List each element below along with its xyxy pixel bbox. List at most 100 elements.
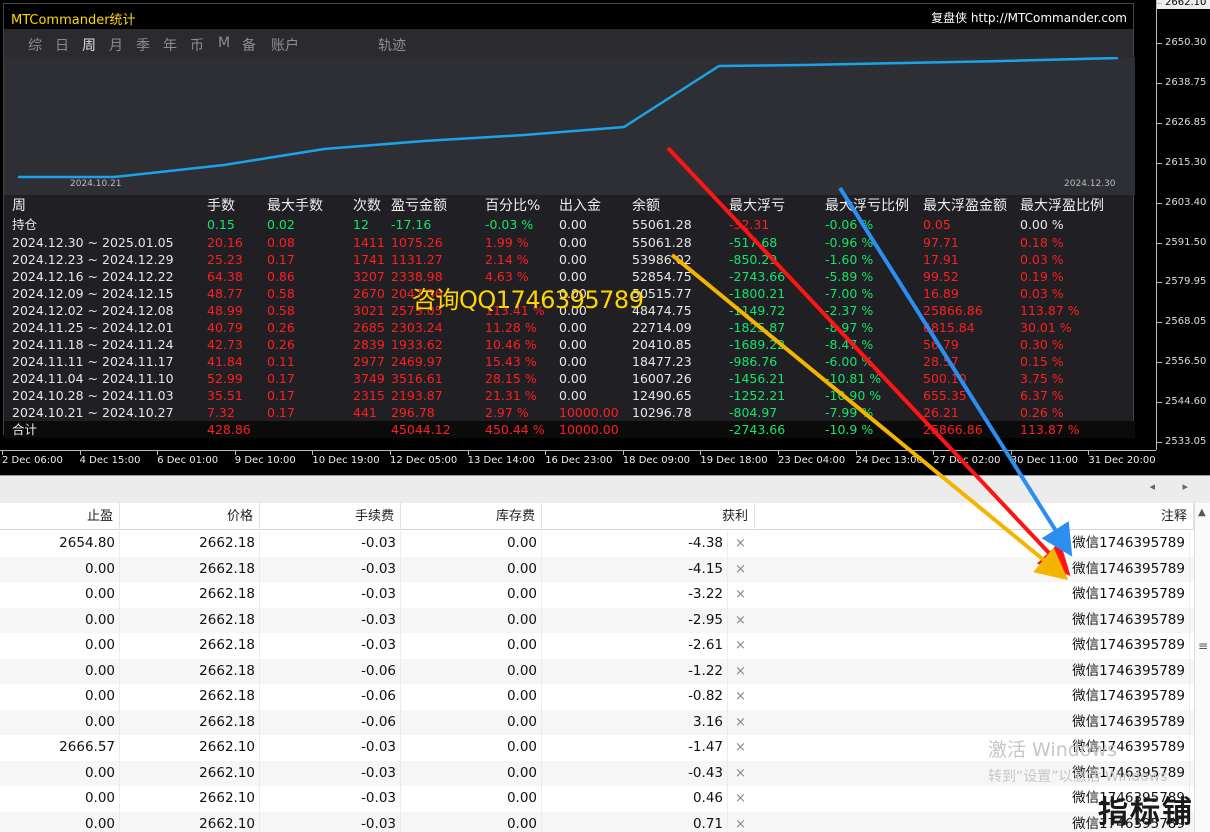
stats-cell: 15.43 %: [485, 354, 537, 369]
tab-10[interactable]: 轨迹: [378, 35, 406, 55]
stats-cell: 53986.02: [632, 252, 692, 267]
close-position-icon[interactable]: ×: [735, 786, 746, 812]
stats-cell: 2.14 %: [485, 252, 529, 267]
stats-cell: 余额: [632, 198, 660, 214]
col-header-0[interactable]: 止盈: [0, 503, 120, 530]
close-position-icon[interactable]: ×: [735, 531, 746, 557]
stats-cell: 40.79: [207, 320, 243, 335]
time-tick-label: 13 Dec 14:00: [467, 451, 535, 466]
tab-5[interactable]: 年: [163, 35, 177, 55]
stats-cell: 1741: [353, 252, 385, 267]
stats-cell: 25.23: [207, 252, 243, 267]
stats-cell: 0.11: [267, 354, 295, 369]
stats-cell: -32.31: [729, 217, 770, 232]
time-tick-label: 30 Dec 11:00: [1010, 451, 1079, 466]
tab-6[interactable]: 币: [190, 35, 204, 55]
tab-1[interactable]: 日: [55, 35, 69, 55]
stats-cell: 2024.12.30 ~ 2025.01.05: [12, 235, 174, 250]
stats-cell: -1800.21: [729, 286, 786, 301]
stats-header-row: 周 手数 最大手数 次数 盈亏金额 百分比% 出入金 余额 最大浮亏 最大浮亏比例 最大浮盈金额 最大…: [4, 198, 1135, 215]
table-cell: -2.61: [542, 633, 728, 659]
table-row[interactable]: 0.00 2662.18 -0.06 0.00 3.16 微信1746395789 ×: [0, 709, 1194, 736]
table-row[interactable]: 2654.80 2662.18 -0.03 0.00 -4.38 微信1746395789…: [0, 531, 1194, 557]
stats-cell: 3021: [353, 303, 385, 318]
table-row[interactable]: 0.00 2662.18 -0.06 0.00 -1.22 微信1746395789 ×: [0, 658, 1194, 685]
table-row[interactable]: 0.00 2662.18 -0.03 0.00 -4.15 微信1746395789 ×: [0, 556, 1194, 583]
close-position-icon[interactable]: ×: [735, 608, 746, 634]
price-chart[interactable]: 2662.10 2650.30 2638.75 2626.85 2615.30 2603.…: [0, 0, 1210, 475]
tab-3[interactable]: 月: [109, 35, 123, 55]
stats-cell: -10.81 %: [825, 371, 882, 386]
stats-cell: 持仓: [12, 217, 38, 232]
table-cell: -0.03: [260, 633, 401, 659]
table-cell: 0.00: [0, 684, 120, 710]
tab-8[interactable]: 备: [242, 35, 256, 55]
time-tick-label: 27 Dec 02:00: [933, 451, 1001, 466]
stats-cell: 1.99 %: [485, 235, 529, 250]
stats-cell: 52.99: [207, 371, 243, 386]
scroll-grip-icon[interactable]: ≡: [1198, 639, 1208, 653]
stats-cell: -2743.66: [729, 269, 786, 284]
table-cell: 0.00: [401, 735, 542, 761]
vertical-scrollbar[interactable]: ▲ ≡: [1194, 503, 1210, 832]
tab-2[interactable]: 周: [82, 35, 96, 55]
table-cell: 0.00: [401, 786, 542, 812]
stats-cell: 10296.78: [632, 405, 692, 420]
close-position-icon[interactable]: ×: [735, 812, 746, 832]
price-tick-label: 2638.75: [1157, 77, 1210, 89]
table-row[interactable]: 0.00 2662.10 -0.03 0.00 0.46 微信1746395789 ×: [0, 786, 1194, 812]
table-cell: 微信1746395789: [755, 658, 1190, 684]
stats-cell: -1456.21: [729, 371, 786, 386]
table-row[interactable]: 0.00 2662.18 -0.06 0.00 -0.82 微信1746395789 ×: [0, 684, 1194, 710]
table-cell: 微信1746395789: [755, 531, 1190, 557]
stats-cell: -986.76: [729, 354, 778, 369]
stats-cell: 0.00: [559, 235, 587, 250]
panel-brand[interactable]: 复盘侠 http://MTCommander.com: [931, 9, 1127, 26]
hscroll-arrows[interactable]: ◂ ▸: [1149, 480, 1200, 493]
price-tick-label: 2533.05: [1157, 436, 1210, 448]
close-position-icon[interactable]: ×: [735, 761, 746, 787]
table-cell: 0.00: [401, 531, 542, 557]
col-header-4[interactable]: 获利: [542, 503, 755, 530]
stats-cell: 0.00: [559, 320, 587, 335]
table-cell: 2662.18: [120, 582, 260, 608]
table-row[interactable]: 0.00 2662.18 -0.03 0.00 -2.95 微信1746395789 ×: [0, 607, 1194, 634]
table-row[interactable]: 0.00 2662.18 -0.03 0.00 -3.22 微信1746395789 ×: [0, 582, 1194, 608]
table-cell: 0.00: [0, 760, 120, 786]
stats-cell: -17.16: [391, 217, 432, 232]
col-header-3[interactable]: 库存费: [401, 503, 542, 530]
price-tick-label: 2544.60: [1157, 396, 1210, 408]
table-row[interactable]: 0.00 2662.18 -0.03 0.00 -2.61 微信1746395789 ×: [0, 633, 1194, 659]
stats-cell: 45044.12: [391, 422, 451, 437]
close-position-icon[interactable]: ×: [735, 633, 746, 659]
table-row[interactable]: 0.00 2662.10 -0.03 0.00 0.71 微信1746395789 ×: [0, 811, 1194, 832]
tab-9[interactable]: 账户: [271, 35, 299, 55]
mtcommander-stats-panel: MTCommander统计 复盘侠 http://MTCommander.com…: [3, 3, 1135, 438]
col-header-2[interactable]: 手续费: [260, 503, 401, 530]
tab-0[interactable]: 综: [28, 35, 42, 55]
table-cell: -0.03: [260, 811, 401, 832]
table-cell: 0.00: [0, 658, 120, 684]
close-position-icon[interactable]: ×: [735, 582, 746, 608]
table-cell: 2662.18: [120, 658, 260, 684]
close-position-icon[interactable]: ×: [735, 659, 746, 685]
tab-4[interactable]: 季: [136, 35, 150, 55]
stats-cell: 0.03 %: [1020, 252, 1064, 267]
close-position-icon[interactable]: ×: [735, 735, 746, 761]
stats-cell: 35.51: [207, 388, 243, 403]
table-cell: 微信1746395789: [755, 633, 1190, 659]
tab-7[interactable]: M: [218, 35, 230, 51]
stats-cell: -1825.87: [729, 320, 786, 335]
time-tick-label: 16 Dec 23:00: [545, 451, 613, 466]
stats-cell: 0.15: [207, 217, 235, 232]
scroll-up-icon[interactable]: ▲: [1198, 507, 1206, 518]
time-tick-label: 12 Dec 05:00: [390, 451, 458, 466]
close-position-icon[interactable]: ×: [735, 684, 746, 710]
col-header-5[interactable]: 注释: [755, 503, 1194, 530]
price-tick-label: 2568.05: [1157, 316, 1210, 328]
close-position-icon[interactable]: ×: [735, 557, 746, 583]
stats-cell: -2.37 %: [825, 303, 874, 318]
table-cell: -0.06: [260, 684, 401, 710]
col-header-1[interactable]: 价格: [120, 503, 260, 530]
close-position-icon[interactable]: ×: [735, 710, 746, 736]
